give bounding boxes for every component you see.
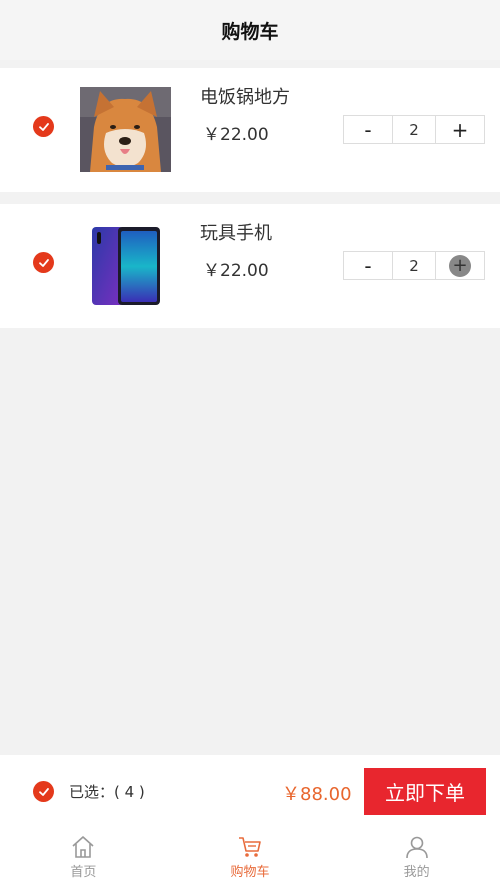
check-icon [38, 258, 49, 267]
quantity-stepper: - 2 + [343, 115, 485, 144]
page-title: 购物车 [221, 20, 279, 43]
quantity-stepper: - 2 + [343, 251, 485, 280]
cart-item: 电饭锅地方 ￥22.00 - 2 + [0, 68, 500, 192]
quantity-value[interactable]: 2 [392, 252, 436, 279]
tab-home[interactable]: 首页 [0, 828, 167, 883]
tab-label: 我的 [403, 865, 430, 880]
selected-count: 已选：( 4 ) [69, 783, 145, 801]
product-name: 玩具手机 [200, 223, 272, 244]
cursor-highlight: + [449, 254, 471, 277]
product-image-phone[interactable] [80, 223, 171, 308]
checkout-bar: 已选：( 4 ) ￥88.00 立即下单 [0, 755, 500, 828]
product-price: ￥22.00 [203, 261, 269, 281]
quantity-value[interactable]: 2 [392, 116, 436, 143]
item-checkbox[interactable] [33, 252, 54, 273]
tab-profile[interactable]: 我的 [333, 828, 500, 883]
decrease-button[interactable]: - [344, 252, 392, 279]
select-all-checkbox[interactable] [33, 781, 54, 802]
place-order-button[interactable]: 立即下单 [364, 768, 486, 815]
user-icon [405, 836, 428, 859]
page-header: 购物车 [0, 0, 500, 60]
check-icon [38, 787, 49, 796]
check-icon [38, 122, 49, 131]
cart-icon [239, 837, 261, 857]
increase-button[interactable]: + [436, 252, 484, 279]
item-checkbox[interactable] [33, 116, 54, 137]
home-icon [72, 836, 94, 858]
tab-cart[interactable]: 购物车 [167, 828, 334, 883]
increase-button[interactable]: + [436, 116, 484, 143]
total-price: ￥88.00 [282, 784, 352, 805]
cart-item: 玩具手机 ￥22.00 - 2 + [0, 204, 500, 328]
tab-bar: 首页 购物车 我的 [0, 828, 500, 883]
tab-label: 首页 [70, 865, 97, 880]
product-price: ￥22.00 [203, 125, 269, 145]
tab-label: 购物车 [230, 865, 270, 880]
product-image-shiba-dog[interactable] [80, 87, 171, 172]
product-name: 电饭锅地方 [200, 87, 290, 108]
decrease-button[interactable]: - [344, 116, 392, 143]
